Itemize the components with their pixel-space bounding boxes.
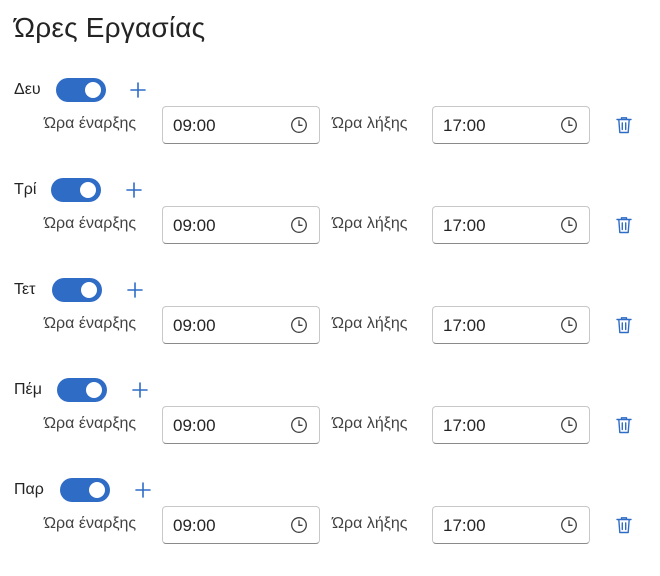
time-range-row: Ώρα έναρξης 09:00 Ώρα λήξης 17:00 <box>0 306 660 346</box>
toggle-knob <box>80 182 96 198</box>
toggle-knob <box>89 482 105 498</box>
day-toggle[interactable] <box>60 478 110 502</box>
end-time-label: Ώρα λήξης <box>332 115 408 132</box>
plus-icon <box>130 82 146 98</box>
plus-icon <box>132 382 148 398</box>
end-time-value: 17:00 <box>443 416 486 435</box>
day-label: Δευ <box>14 81 41 98</box>
page-title: Ώρες Εργασίας <box>14 12 206 43</box>
clock-icon[interactable] <box>290 116 308 134</box>
day-toggle[interactable] <box>51 178 101 202</box>
start-time-value: 09:00 <box>173 316 216 335</box>
start-time-value: 09:00 <box>173 516 216 535</box>
start-time-value: 09:00 <box>173 116 216 135</box>
day-label: Παρ <box>14 481 44 498</box>
add-interval-button[interactable] <box>123 278 147 302</box>
clock-icon[interactable] <box>290 216 308 234</box>
end-time-field[interactable]: 17:00 <box>432 106 590 144</box>
start-time-value: 09:00 <box>173 216 216 235</box>
start-time-field[interactable]: 09:00 <box>162 206 320 244</box>
add-interval-button[interactable] <box>128 378 152 402</box>
plus-icon <box>135 482 151 498</box>
trash-icon[interactable] <box>613 214 635 236</box>
end-time-value: 17:00 <box>443 316 486 335</box>
add-interval-button[interactable] <box>131 478 155 502</box>
end-time-value: 17:00 <box>443 216 486 235</box>
add-interval-button[interactable] <box>122 178 146 202</box>
day-block-fri: Παρ Ώρα έναρξης 09:00 Ώρα λήξης 17:00 <box>0 476 660 576</box>
clock-icon[interactable] <box>560 316 578 334</box>
plus-icon <box>127 282 143 298</box>
day-block-tue: Τρί Ώρα έναρξης 09:00 Ώρα λήξης 17:00 <box>0 176 660 276</box>
time-range-row: Ώρα έναρξης 09:00 Ώρα λήξης 17:00 <box>0 206 660 246</box>
plus-icon <box>126 182 142 198</box>
end-time-label: Ώρα λήξης <box>332 515 408 532</box>
clock-icon[interactable] <box>290 316 308 334</box>
start-time-label: Ώρα έναρξης <box>44 515 137 532</box>
day-header: Δευ <box>0 76 300 104</box>
start-time-field[interactable]: 09:00 <box>162 306 320 344</box>
end-time-label: Ώρα λήξης <box>332 215 408 232</box>
toggle-knob <box>86 382 102 398</box>
day-header: Παρ <box>0 476 300 504</box>
end-time-field[interactable]: 17:00 <box>432 306 590 344</box>
day-label: Πέμ <box>14 381 42 398</box>
start-time-label: Ώρα έναρξης <box>44 115 137 132</box>
end-time-field[interactable]: 17:00 <box>432 506 590 544</box>
clock-icon[interactable] <box>560 116 578 134</box>
clock-icon[interactable] <box>290 516 308 534</box>
add-interval-button[interactable] <box>126 78 150 102</box>
day-toggle[interactable] <box>57 378 107 402</box>
trash-icon[interactable] <box>613 114 635 136</box>
end-time-value: 17:00 <box>443 116 486 135</box>
time-range-row: Ώρα έναρξης 09:00 Ώρα λήξης 17:00 <box>0 106 660 146</box>
start-time-field[interactable]: 09:00 <box>162 406 320 444</box>
end-time-label: Ώρα λήξης <box>332 315 408 332</box>
clock-icon[interactable] <box>560 216 578 234</box>
trash-icon[interactable] <box>613 414 635 436</box>
day-label: Τετ <box>14 281 36 298</box>
start-time-field[interactable]: 09:00 <box>162 506 320 544</box>
toggle-knob <box>85 82 101 98</box>
start-time-field[interactable]: 09:00 <box>162 106 320 144</box>
toggle-knob <box>81 282 97 298</box>
day-block-thu: Πέμ Ώρα έναρξης 09:00 Ώρα λήξης 17:00 <box>0 376 660 476</box>
clock-icon[interactable] <box>290 416 308 434</box>
start-time-value: 09:00 <box>173 416 216 435</box>
day-header: Πέμ <box>0 376 300 404</box>
time-range-row: Ώρα έναρξης 09:00 Ώρα λήξης 17:00 <box>0 406 660 446</box>
day-toggle[interactable] <box>52 278 102 302</box>
day-header: Τετ <box>0 276 300 304</box>
day-toggle[interactable] <box>56 78 106 102</box>
day-block-wed: Τετ Ώρα έναρξης 09:00 Ώρα λήξης 17:00 <box>0 276 660 376</box>
trash-icon[interactable] <box>613 314 635 336</box>
time-range-row: Ώρα έναρξης 09:00 Ώρα λήξης 17:00 <box>0 506 660 546</box>
start-time-label: Ώρα έναρξης <box>44 415 137 432</box>
day-label: Τρί <box>14 181 37 198</box>
clock-icon[interactable] <box>560 416 578 434</box>
start-time-label: Ώρα έναρξης <box>44 315 137 332</box>
start-time-label: Ώρα έναρξης <box>44 215 137 232</box>
trash-icon[interactable] <box>613 514 635 536</box>
end-time-value: 17:00 <box>443 516 486 535</box>
end-time-field[interactable]: 17:00 <box>432 206 590 244</box>
day-header: Τρί <box>0 176 300 204</box>
end-time-field[interactable]: 17:00 <box>432 406 590 444</box>
day-block-mon: Δευ Ώρα έναρξης 09:00 Ώρα λήξης 17:00 <box>0 76 660 176</box>
clock-icon[interactable] <box>560 516 578 534</box>
end-time-label: Ώρα λήξης <box>332 415 408 432</box>
